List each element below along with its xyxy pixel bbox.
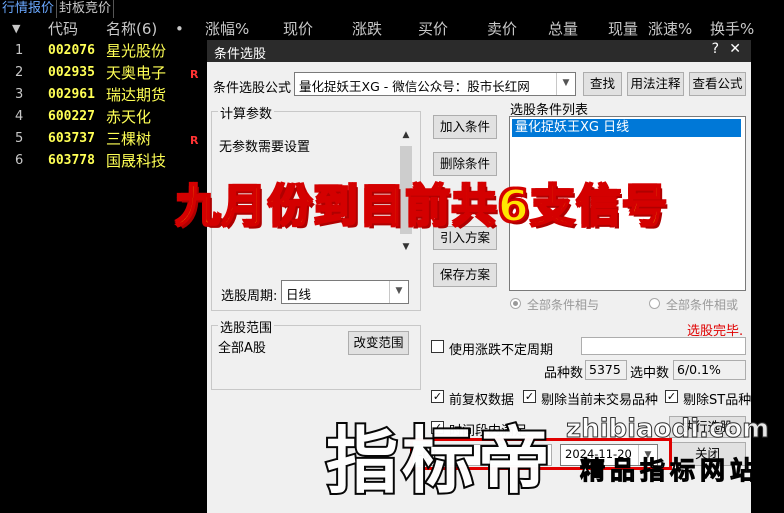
stock-name: 三棵树	[106, 130, 152, 148]
selected-value: 6/0.1%	[673, 360, 746, 380]
col-change-pct[interactable]: 涨幅%	[205, 18, 249, 40]
tab-limit-auction[interactable]: 封板竞价	[57, 0, 115, 18]
col-price[interactable]: 现价	[283, 18, 313, 40]
row-number: 1	[15, 43, 24, 58]
watermark-subtitle: 精品指标网站	[579, 456, 761, 486]
table-row[interactable]: 2 002935 天奥电子 R	[0, 62, 210, 84]
stock-name: 天奥电子	[106, 64, 167, 82]
exclude-untraded-label: 剔除当前未交易品种	[541, 393, 659, 408]
radio-and-label: 全部条件相与	[527, 298, 600, 312]
usage-notes-button[interactable]: 用法注释	[627, 72, 684, 96]
scroll-up-icon[interactable]: ▲	[399, 130, 413, 140]
condition-list-item[interactable]: 量化捉妖王XG 日线	[512, 119, 741, 137]
stock-name: 瑞达期货	[106, 86, 167, 104]
signal-banner: 九月份到目前共6支信号	[175, 180, 669, 233]
margin-flag: R	[190, 134, 199, 147]
col-speed[interactable]: 涨速%	[648, 18, 692, 40]
exclude-st-label: 剔除ST品种	[683, 393, 751, 408]
uncertain-period-checkbox[interactable]	[431, 340, 444, 353]
stock-code: 002961	[48, 87, 95, 102]
watermark-url: zhibiaodi.com	[565, 414, 770, 445]
period-select[interactable]: 日线 ▼	[281, 280, 409, 304]
col-change[interactable]: 涨跌	[352, 18, 382, 40]
range-value: 全部A股	[218, 341, 266, 356]
table-row[interactable]: 3 002961 瑞达期货	[0, 84, 210, 106]
scroll-down-icon[interactable]: ▼	[399, 242, 413, 252]
stock-code: 603778	[48, 153, 95, 168]
count-value: 5375	[585, 360, 627, 380]
stock-code: 603737	[48, 131, 95, 146]
close-icon[interactable]: ✕	[729, 41, 741, 57]
params-group-title: 计算参数	[218, 103, 275, 122]
radio-and[interactable]	[510, 298, 521, 309]
uncertain-period-label: 使用涨跌不定周期	[449, 343, 554, 358]
row-number: 6	[15, 153, 24, 168]
chevron-down-icon[interactable]: ▼	[389, 281, 408, 303]
col-turnover[interactable]: 换手%	[710, 18, 754, 40]
radio-or[interactable]	[649, 298, 660, 309]
col-current-volume[interactable]: 现量	[608, 18, 638, 40]
add-condition-button[interactable]: 加入条件	[433, 115, 497, 139]
stock-code: 002935	[48, 65, 95, 80]
row-number: 3	[15, 87, 24, 102]
period-label: 选股周期:	[221, 289, 278, 304]
find-button[interactable]: 查找	[583, 72, 622, 96]
watermark-logo: 指标帝	[324, 417, 555, 505]
stock-name: 国晟科技	[106, 152, 167, 170]
table-row[interactable]: 5 603737 三棵树 R	[0, 128, 210, 150]
table-row[interactable]: 1 002076 星光股份	[0, 40, 210, 62]
stock-code: 002076	[48, 43, 95, 58]
col-dot: •	[175, 20, 184, 38]
formula-select-value: 量化捉妖王XG - 微信公众号：股市长红网	[299, 79, 530, 94]
quote-table-header: ▼ 代码 名称(6) • 涨幅% 现价 涨跌 买价 卖价 总量 现量 涨速% 换…	[0, 18, 784, 40]
view-formula-button[interactable]: 查看公式	[689, 72, 746, 96]
formula-select[interactable]: 量化捉妖王XG - 微信公众号：股市长红网 ▼	[294, 72, 576, 96]
row-number: 4	[15, 109, 24, 124]
col-code[interactable]: 代码	[48, 18, 78, 40]
col-name[interactable]: 名称(6)	[106, 18, 157, 40]
exclude-st-checkbox[interactable]: ✓	[665, 390, 678, 403]
dialog-title: 条件选股	[214, 47, 267, 62]
help-icon[interactable]: ?	[712, 41, 719, 57]
sort-arrow-icon[interactable]: ▼	[12, 18, 20, 40]
count-label: 品种数	[544, 366, 584, 381]
range-group-title: 选股范围	[218, 317, 275, 336]
col-bid[interactable]: 买价	[418, 18, 448, 40]
top-tab-bar: 行情报价 封板竞价	[0, 0, 784, 20]
chevron-down-icon[interactable]: ▼	[556, 73, 575, 95]
params-text: 无参数需要设置	[219, 140, 311, 155]
uncertain-period-input[interactable]	[581, 337, 746, 355]
dialog-titlebar[interactable]: 条件选股 ? ✕	[207, 40, 751, 62]
table-row[interactable]: 6 603778 国晟科技	[0, 150, 210, 172]
row-number: 2	[15, 65, 24, 80]
stock-code: 600227	[48, 109, 95, 124]
table-row[interactable]: 4 600227 赤天化	[0, 106, 210, 128]
tab-quotes[interactable]: 行情报价	[0, 0, 58, 20]
formula-label: 条件选股公式	[213, 81, 292, 96]
margin-flag: R	[190, 68, 199, 81]
radio-or-label: 全部条件相或	[666, 298, 739, 312]
row-number: 5	[15, 131, 24, 146]
selected-label: 选中数	[630, 366, 670, 381]
stock-name: 赤天化	[106, 108, 152, 126]
save-plan-button[interactable]: 保存方案	[433, 263, 497, 287]
col-volume[interactable]: 总量	[548, 18, 578, 40]
col-ask[interactable]: 卖价	[487, 18, 517, 40]
period-select-value: 日线	[286, 287, 312, 302]
stock-name: 星光股份	[106, 42, 167, 60]
change-range-button[interactable]: 改变范围	[348, 331, 409, 355]
